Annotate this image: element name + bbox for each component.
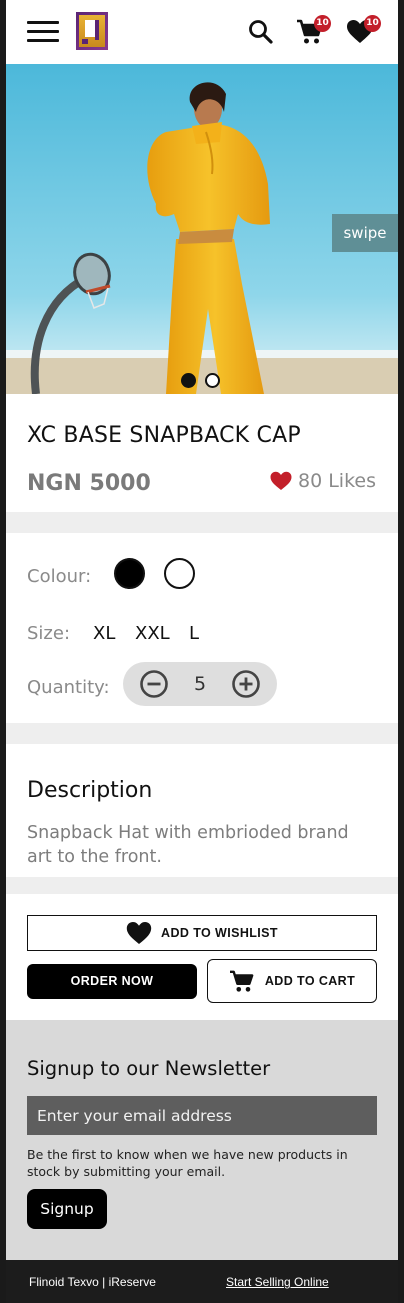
heart-icon xyxy=(126,922,152,944)
increase-quantity-icon[interactable] xyxy=(231,669,261,699)
newsletter-text: Be the first to know when we have new pr… xyxy=(27,1147,348,1179)
product-options: Colour: Size: XL XXL L Quantity: 5 xyxy=(6,533,398,723)
size-option-xxl[interactable]: XXL xyxy=(135,623,170,644)
size-option-xl[interactable]: XL xyxy=(93,623,115,644)
add-to-cart-label: ADD TO CART xyxy=(264,974,356,988)
carousel-dot-2[interactable] xyxy=(205,373,220,388)
wishlist-count-badge: 10 xyxy=(364,15,381,32)
add-to-cart-button[interactable]: ADD TO CART xyxy=(207,959,377,1003)
likes-label: 80 Likes xyxy=(298,470,376,492)
right-edge xyxy=(398,0,404,1303)
likes-counter[interactable]: 80 Likes xyxy=(270,470,376,492)
quantity-stepper: 5 xyxy=(123,662,277,706)
product-title: XC BASE SNAPBACK CAP xyxy=(27,423,301,448)
top-header: 10 10 xyxy=(6,0,398,64)
size-label: Size: xyxy=(27,623,71,644)
swipe-hint[interactable]: swipe xyxy=(332,214,398,252)
footer: Flinoid Texvo | iReserve Start Selling O… xyxy=(6,1260,398,1303)
signup-button[interactable]: Signup xyxy=(27,1189,107,1229)
carousel-dot-1[interactable] xyxy=(181,373,196,388)
colour-swatch-white[interactable] xyxy=(164,558,195,589)
newsletter-section: Signup to our Newsletter Be the first to… xyxy=(6,1020,398,1260)
description-text: Snapback Hat with embrioded brand art to… xyxy=(27,823,349,867)
cart-icon xyxy=(229,970,254,992)
brand-logo[interactable] xyxy=(76,12,108,50)
quantity-label: Quantity: xyxy=(27,677,110,698)
product-image-carousel[interactable]: swipe xyxy=(6,64,398,394)
order-now-button[interactable]: ORDER NOW xyxy=(27,964,197,999)
purchase-actions: ADD TO WISHLIST ORDER NOW ADD TO CART xyxy=(6,894,398,1020)
description-section: Description Snapback Hat with embrioded … xyxy=(6,744,398,877)
description-heading: Description xyxy=(27,778,153,803)
newsletter-heading: Signup to our Newsletter xyxy=(27,1057,271,1080)
search-icon[interactable] xyxy=(247,18,275,46)
hamburger-menu-icon[interactable] xyxy=(27,21,59,43)
colour-label: Colour: xyxy=(27,566,92,587)
colour-swatch-black[interactable] xyxy=(114,558,145,589)
add-to-wishlist-button[interactable]: ADD TO WISHLIST xyxy=(27,915,377,951)
footer-brand: Flinoid Texvo | iReserve xyxy=(29,1275,156,1289)
like-heart-icon[interactable] xyxy=(270,471,292,491)
add-to-wishlist-label: ADD TO WISHLIST xyxy=(161,926,278,940)
cart-count-badge: 10 xyxy=(314,15,331,32)
size-option-l[interactable]: L xyxy=(189,623,199,644)
product-price: NGN 5000 xyxy=(27,471,151,496)
cart-icon[interactable]: 10 xyxy=(296,15,331,46)
wishlist-heart-icon[interactable]: 10 xyxy=(346,15,381,46)
product-page: 10 10 swipe XC BASE SNAPBACK CAP NGN 500… xyxy=(6,0,398,1303)
start-selling-link[interactable]: Start Selling Online xyxy=(226,1275,329,1289)
email-input[interactable] xyxy=(27,1096,377,1135)
product-summary: XC BASE SNAPBACK CAP NGN 5000 80 Likes xyxy=(6,394,398,512)
